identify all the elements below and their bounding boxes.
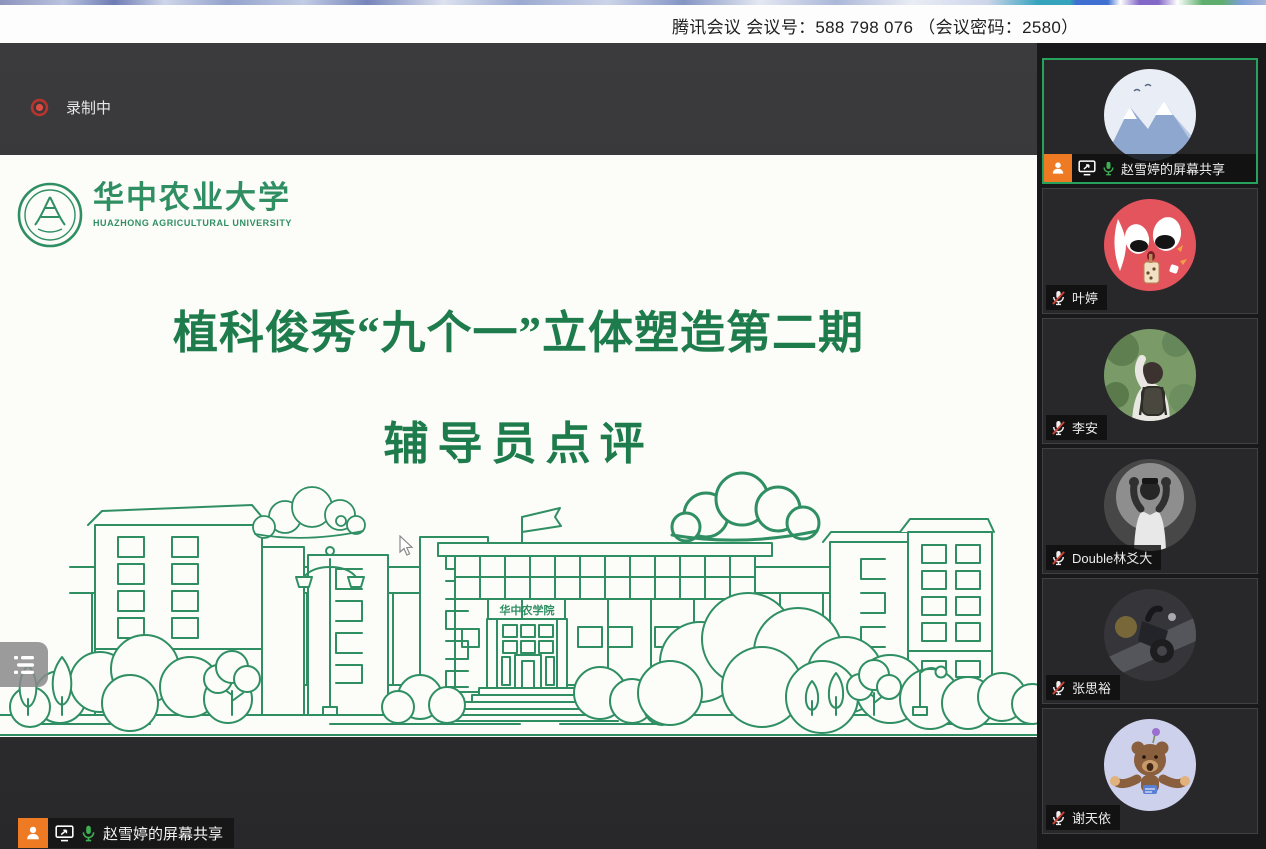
participant-tile[interactable]: Double林爻大 (1042, 448, 1258, 574)
participant-name: 叶婷 (1072, 288, 1098, 307)
mic-on-icon[interactable] (81, 825, 96, 842)
host-badge (18, 818, 48, 848)
avatar (1104, 329, 1196, 421)
mic-muted-icon (1051, 290, 1066, 306)
tencent-meeting-window: 腾讯会议 会议号：588 798 076 （会议密码：2580） 录制中 (0, 0, 1266, 849)
list-icon (11, 654, 37, 676)
mountain-avatar-image (1104, 69, 1196, 161)
sharer-status-pill[interactable]: 赵雪婷的屏幕共享 (18, 818, 234, 848)
tile-label: 叶婷 (1046, 285, 1107, 310)
record-icon (30, 98, 49, 117)
photo-avatar-image (1104, 329, 1196, 421)
participant-tile[interactable]: 李安 (1042, 318, 1258, 444)
participant-tile[interactable]: 谢天依 (1042, 708, 1258, 834)
mouse-cursor (398, 535, 414, 557)
avatar (1104, 719, 1196, 811)
avatar (1104, 69, 1196, 161)
slide-title: 植科俊秀“九个一”立体塑造第二期 (0, 296, 1037, 361)
university-emblem-icon (16, 181, 84, 249)
dark-photo-avatar-image (1104, 589, 1196, 681)
person-icon (1050, 160, 1066, 176)
flag (522, 508, 561, 532)
tile-label: 谢天依 (1046, 805, 1120, 830)
meeting-info-text: 腾讯会议 会议号：588 798 076 （会议密码：2580） (672, 13, 1078, 38)
mic-muted-icon (1051, 550, 1066, 566)
participant-tile[interactable]: 叶婷 (1042, 188, 1258, 314)
cloud-left (253, 487, 365, 538)
university-logo: 华中农业大学 HUAZHONG AGRICULTURAL UNIVERSITY (16, 181, 292, 249)
avatar (1104, 589, 1196, 681)
participant-tile[interactable]: 张思裕 (1042, 578, 1258, 704)
avatar (1104, 459, 1196, 551)
participant-name: 赵雪婷的屏幕共享 (1121, 159, 1225, 178)
screen-share-icon (55, 825, 74, 842)
bw-photo-avatar-image (1104, 459, 1196, 551)
mic-muted-icon (1051, 810, 1066, 826)
participant-name: 张思裕 (1072, 678, 1111, 697)
participant-tile-sharer[interactable]: 赵雪婷的屏幕共享 (1042, 58, 1258, 184)
mic-muted-icon (1051, 420, 1066, 436)
recording-label: 录制中 (66, 97, 111, 118)
mic-muted-icon (1051, 680, 1066, 696)
tile-label: 李安 (1046, 415, 1107, 440)
desktop-edge-strip (0, 0, 1266, 5)
participants-sidebar: 赵雪婷的屏幕共享 (1037, 43, 1266, 849)
cartoon-avatar-image (1104, 199, 1196, 291)
participant-list-button[interactable] (0, 642, 48, 687)
screen-share-icon (1078, 160, 1096, 176)
building-plaque-text: 华中农学院 (500, 603, 555, 617)
tile-label: Double林爻大 (1046, 545, 1161, 570)
cloud-right (672, 473, 819, 541)
person-icon (24, 824, 42, 842)
tile-label: 张思裕 (1046, 675, 1120, 700)
participant-name: 谢天依 (1072, 808, 1111, 827)
bear-avatar-image (1104, 719, 1196, 811)
avatar (1104, 199, 1196, 291)
recording-indicator[interactable]: 录制中 (30, 97, 111, 118)
meeting-top-bar: 腾讯会议 会议号：588 798 076 （会议密码：2580） (0, 0, 1266, 43)
tile-label: 赵雪婷的屏幕共享 (1044, 154, 1256, 182)
host-badge (1044, 154, 1072, 182)
logo-en-text: HUAZHONG AGRICULTURAL UNIVERSITY (93, 218, 292, 228)
sharer-name: 赵雪婷的屏幕共享 (103, 823, 223, 844)
campus-line-art: 华中农学院 (0, 447, 1037, 737)
participant-name: Double林爻大 (1072, 548, 1152, 567)
presentation-slide: 华中农业大学 HUAZHONG AGRICULTURAL UNIVERSITY … (0, 155, 1037, 737)
logo-cn-text: 华中农业大学 (93, 181, 292, 215)
screen-share-stage: 录制中 华中农业大学 HUAZHONG AGRICULTURAL UNIVERS… (0, 43, 1037, 849)
participant-name: 李安 (1072, 418, 1098, 437)
mic-on-icon (1102, 161, 1115, 176)
